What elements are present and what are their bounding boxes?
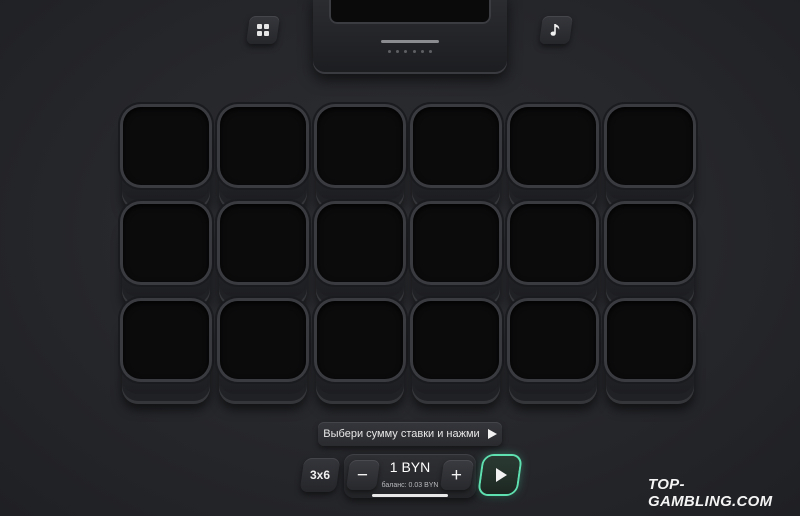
tile-face <box>510 107 597 185</box>
tile-face <box>606 204 693 282</box>
game-tile[interactable] <box>314 203 406 307</box>
game-tile[interactable] <box>507 106 599 210</box>
game-tile[interactable] <box>120 106 212 210</box>
game-tile[interactable] <box>507 300 599 404</box>
game-tile[interactable] <box>604 203 696 307</box>
tile-grid <box>120 106 696 404</box>
bet-amount: 1 BYN <box>389 459 431 475</box>
game-tile[interactable] <box>604 300 696 404</box>
game-tile[interactable] <box>410 300 502 404</box>
play-icon <box>496 468 507 482</box>
tile-face <box>413 301 500 379</box>
play-small-icon <box>487 429 497 439</box>
tile-face <box>510 301 597 379</box>
game-tile[interactable] <box>217 106 309 210</box>
tile-face <box>219 301 306 379</box>
tile-face <box>123 301 209 379</box>
menu-button[interactable] <box>246 16 280 44</box>
game-tile[interactable] <box>217 203 309 307</box>
music-button[interactable] <box>539 16 573 44</box>
grid-size-button[interactable]: 3x6 <box>299 458 341 492</box>
tile-face <box>606 301 693 379</box>
game-tile[interactable] <box>604 106 696 210</box>
tile-face <box>413 107 500 185</box>
top-display-dots <box>388 50 432 53</box>
game-tile[interactable] <box>410 203 502 307</box>
tile-face <box>316 107 403 185</box>
game-tile[interactable] <box>120 203 212 307</box>
tile-face <box>510 204 597 282</box>
bet-underline <box>372 494 448 497</box>
bet-hint-banner: Выбери сумму ставки и нажми <box>318 422 502 446</box>
watermark-text: TOP-GAMBLING.COM <box>648 476 773 510</box>
tile-face <box>413 204 500 282</box>
grid-size-label: 3x6 <box>309 468 331 482</box>
play-button[interactable] <box>479 456 521 494</box>
game-tile[interactable] <box>314 106 406 210</box>
top-display-device <box>313 0 507 74</box>
bet-panel: − 1 BYN баланс: 0.03 BYN + <box>344 454 476 498</box>
game-tile[interactable] <box>314 300 406 404</box>
game-tile[interactable] <box>120 300 212 404</box>
tile-face <box>123 204 209 282</box>
tile-face <box>316 301 403 379</box>
tile-face <box>316 204 403 282</box>
tile-face <box>606 107 693 185</box>
top-display-screen <box>329 0 491 24</box>
music-note-icon <box>550 23 562 37</box>
top-display-indicator-bar <box>381 40 439 43</box>
game-tile[interactable] <box>410 106 502 210</box>
plus-icon: + <box>451 464 463 486</box>
tile-face <box>219 107 306 185</box>
game-tile[interactable] <box>507 203 599 307</box>
tile-face <box>219 204 306 282</box>
minus-icon: − <box>357 464 369 486</box>
tile-face <box>123 107 209 185</box>
balance-text: баланс: 0.03 BYN <box>381 482 439 489</box>
game-tile[interactable] <box>217 300 309 404</box>
bet-hint-text: Выбери сумму ставки и нажми <box>323 428 480 440</box>
grid-icon <box>257 24 269 36</box>
increase-bet-button[interactable]: + <box>439 460 475 490</box>
